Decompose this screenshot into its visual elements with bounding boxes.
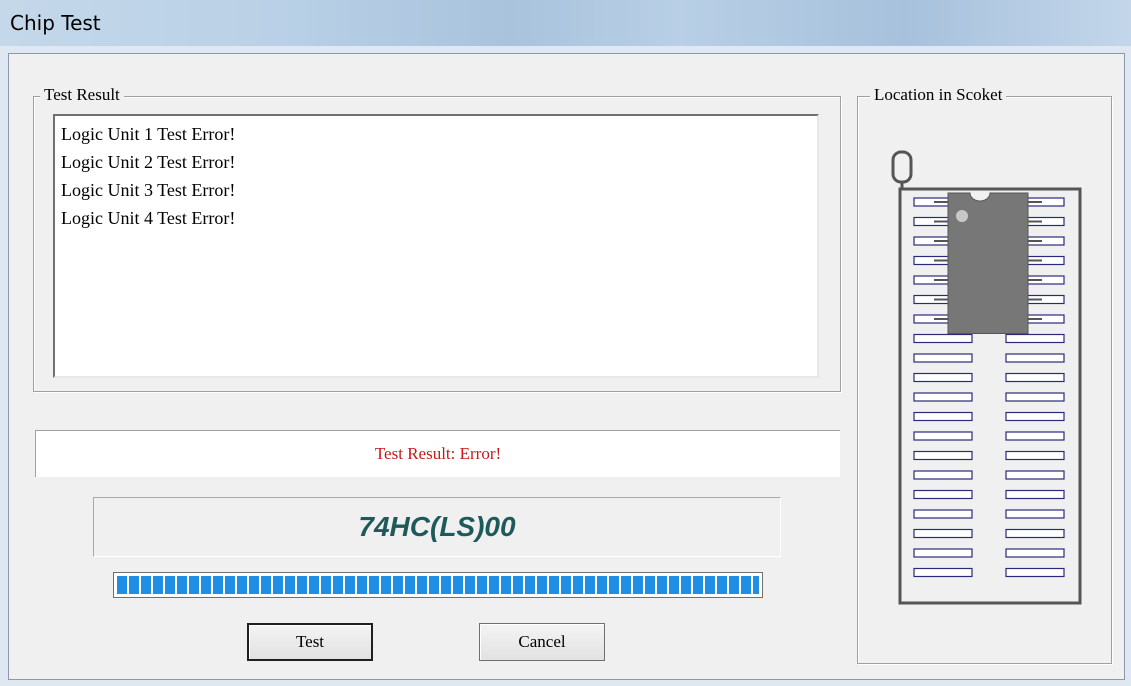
list-item[interactable]: Logic Unit 2 Test Error! (61, 148, 811, 176)
socket-slot-left (913, 333, 973, 344)
socket-slot-left (913, 567, 973, 578)
progress-fill (117, 576, 759, 594)
socket-slot-right (1005, 431, 1065, 441)
socket-diagram (891, 150, 1082, 605)
socket-slot-right (1005, 548, 1065, 558)
socket-lever-icon (891, 150, 913, 184)
window-title: Chip Test (10, 11, 101, 35)
socket-slot-left (913, 392, 973, 402)
title-bar: Chip Test (0, 0, 1131, 46)
socket-group: Location in Scoket (857, 85, 1112, 664)
socket-slot-left (913, 528, 973, 539)
status-box: Test Result: Error! (35, 430, 840, 477)
socket-slot-right (1005, 450, 1065, 461)
socket-slot-left (913, 489, 973, 500)
window-frame: Test Result Logic Unit 1 Test Error! Log… (0, 46, 1131, 686)
socket-slot-left (913, 372, 973, 383)
test-button[interactable]: Test (247, 623, 373, 661)
chip-pin1-marker (956, 210, 968, 222)
test-result-list[interactable]: Logic Unit 1 Test Error! Logic Unit 2 Te… (53, 114, 819, 378)
status-text: Test Result: Error! (374, 444, 502, 463)
chip-name-box: 74HC(LS)00 (93, 497, 781, 557)
socket-slot-left (913, 548, 973, 558)
chip-name: 74HC(LS)00 (358, 511, 516, 542)
socket-slot-left (913, 509, 973, 519)
socket-slot-right (1005, 509, 1065, 519)
list-item[interactable]: Logic Unit 4 Test Error! (61, 204, 811, 232)
progress-bar (113, 572, 763, 598)
socket-slot-right (1005, 470, 1065, 480)
socket-slot-right (1005, 392, 1065, 402)
socket-slot-right (1005, 489, 1065, 500)
cancel-button[interactable]: Cancel (479, 623, 605, 661)
socket-slot-right (1005, 333, 1065, 344)
list-item[interactable]: Logic Unit 3 Test Error! (61, 176, 811, 204)
socket-slot-right (1005, 372, 1065, 383)
socket-slot-left (913, 450, 973, 461)
socket-slot-left (913, 411, 973, 422)
test-result-group-label: Test Result (40, 85, 124, 105)
list-item[interactable]: Logic Unit 1 Test Error! (61, 120, 811, 148)
dialog-client-area: Test Result Logic Unit 1 Test Error! Log… (8, 53, 1125, 680)
socket-slot-right (1005, 528, 1065, 539)
socket-slot-left (913, 431, 973, 441)
socket-slot-left (913, 353, 973, 363)
socket-slot-left (913, 470, 973, 480)
socket-slot-right (1005, 411, 1065, 422)
socket-slot-right (1005, 567, 1065, 578)
socket-slot-right (1005, 353, 1065, 363)
